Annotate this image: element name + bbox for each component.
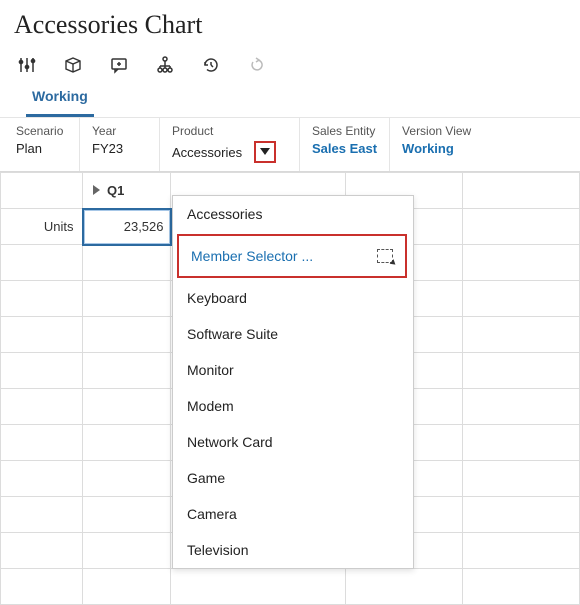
expand-icon[interactable] (93, 183, 101, 198)
empty-cell[interactable] (1, 533, 83, 569)
empty-cell[interactable] (171, 569, 346, 605)
column-header-q1-label: Q1 (107, 183, 124, 198)
page-title: Accessories Chart (0, 0, 580, 46)
empty-header (463, 173, 580, 209)
redo-icon (248, 56, 266, 74)
empty-cell[interactable] (83, 533, 171, 569)
member-selector-icon (377, 249, 393, 263)
empty-cell[interactable] (83, 389, 171, 425)
pov-version-view[interactable]: Version View Working (390, 118, 483, 171)
dropdown-item[interactable]: Television (173, 532, 413, 568)
dropdown-item[interactable]: Monitor (173, 352, 413, 388)
dropdown-item[interactable]: Keyboard (173, 280, 413, 316)
empty-cell[interactable] (463, 245, 580, 281)
pov-sales-entity-value[interactable]: Sales East (312, 141, 377, 156)
pov-bar: Scenario Plan Year FY23 Product Accessor… (0, 118, 580, 172)
dropdown-item[interactable]: Software Suite (173, 316, 413, 352)
empty-row (1, 569, 580, 605)
empty-cell[interactable] (463, 569, 580, 605)
sliders-icon[interactable] (18, 56, 36, 74)
empty-cell[interactable] (83, 353, 171, 389)
dropdown-item[interactable]: Camera (173, 496, 413, 532)
pov-version-view-value[interactable]: Working (402, 141, 471, 156)
tab-working[interactable]: Working (26, 80, 94, 117)
corner-cell (1, 173, 83, 209)
pov-version-view-label: Version View (402, 124, 471, 138)
empty-cell[interactable] (463, 353, 580, 389)
pov-year[interactable]: Year FY23 (80, 118, 160, 171)
empty-cell[interactable] (463, 497, 580, 533)
cube-icon[interactable] (64, 56, 82, 74)
empty-cell[interactable] (1, 425, 83, 461)
empty-cell[interactable] (83, 317, 171, 353)
caret-down-icon (260, 148, 270, 156)
pov-product-dropdown-button[interactable] (254, 141, 276, 163)
empty-cell[interactable] (1, 389, 83, 425)
pov-year-label: Year (92, 124, 147, 138)
empty-cell[interactable] (1, 461, 83, 497)
row-header-units[interactable]: Units (1, 209, 83, 245)
pov-year-value: FY23 (92, 141, 147, 156)
empty-cell[interactable] (1, 569, 83, 605)
dropdown-item[interactable]: Network Card (173, 424, 413, 460)
empty-cell[interactable] (463, 461, 580, 497)
dropdown-item[interactable]: Modem (173, 388, 413, 424)
pov-scenario[interactable]: Scenario Plan (0, 118, 80, 171)
pov-scenario-label: Scenario (16, 124, 67, 138)
pov-product-value-wrap: Accessories (172, 141, 287, 163)
empty-cell[interactable] (463, 317, 580, 353)
empty-cell[interactable] (83, 425, 171, 461)
toolbar (0, 46, 580, 80)
pov-sales-entity-label: Sales Entity (312, 124, 377, 138)
column-header-q1[interactable]: Q1 (83, 173, 171, 209)
pov-product-label: Product (172, 124, 287, 138)
empty-cell[interactable] (1, 281, 83, 317)
empty-cell[interactable] (1, 497, 83, 533)
product-dropdown[interactable]: Accessories Member Selector ... KeyboardSo… (172, 195, 414, 569)
empty-cell[interactable] (83, 497, 171, 533)
member-selector-item[interactable]: Member Selector ... (177, 234, 407, 278)
pov-product-value: Accessories (172, 145, 242, 160)
empty-cell[interactable] (346, 569, 463, 605)
empty-cell[interactable] (1, 317, 83, 353)
tabs-row: Working (0, 80, 580, 118)
history-icon[interactable] (202, 56, 220, 74)
empty-cell[interactable] (83, 461, 171, 497)
empty-cell[interactable] (83, 569, 171, 605)
data-cell-units-q1[interactable]: 23,526 (83, 209, 171, 245)
empty-cell[interactable] (463, 425, 580, 461)
empty-cell[interactable] (463, 533, 580, 569)
pov-product[interactable]: Product Accessories (160, 118, 300, 171)
empty-cell[interactable] (1, 353, 83, 389)
empty-cell[interactable] (1, 245, 83, 281)
pov-sales-entity[interactable]: Sales Entity Sales East (300, 118, 390, 171)
empty-cell[interactable] (463, 209, 580, 245)
comment-icon[interactable] (110, 56, 128, 74)
pov-scenario-value: Plan (16, 141, 67, 156)
dropdown-item[interactable]: Accessories (173, 196, 413, 232)
dropdown-item[interactable]: Game (173, 460, 413, 496)
empty-cell[interactable] (83, 281, 171, 317)
empty-cell[interactable] (463, 281, 580, 317)
empty-cell[interactable] (83, 245, 171, 281)
hierarchy-icon[interactable] (156, 56, 174, 74)
empty-cell[interactable] (463, 389, 580, 425)
member-selector-label: Member Selector ... (191, 248, 313, 264)
